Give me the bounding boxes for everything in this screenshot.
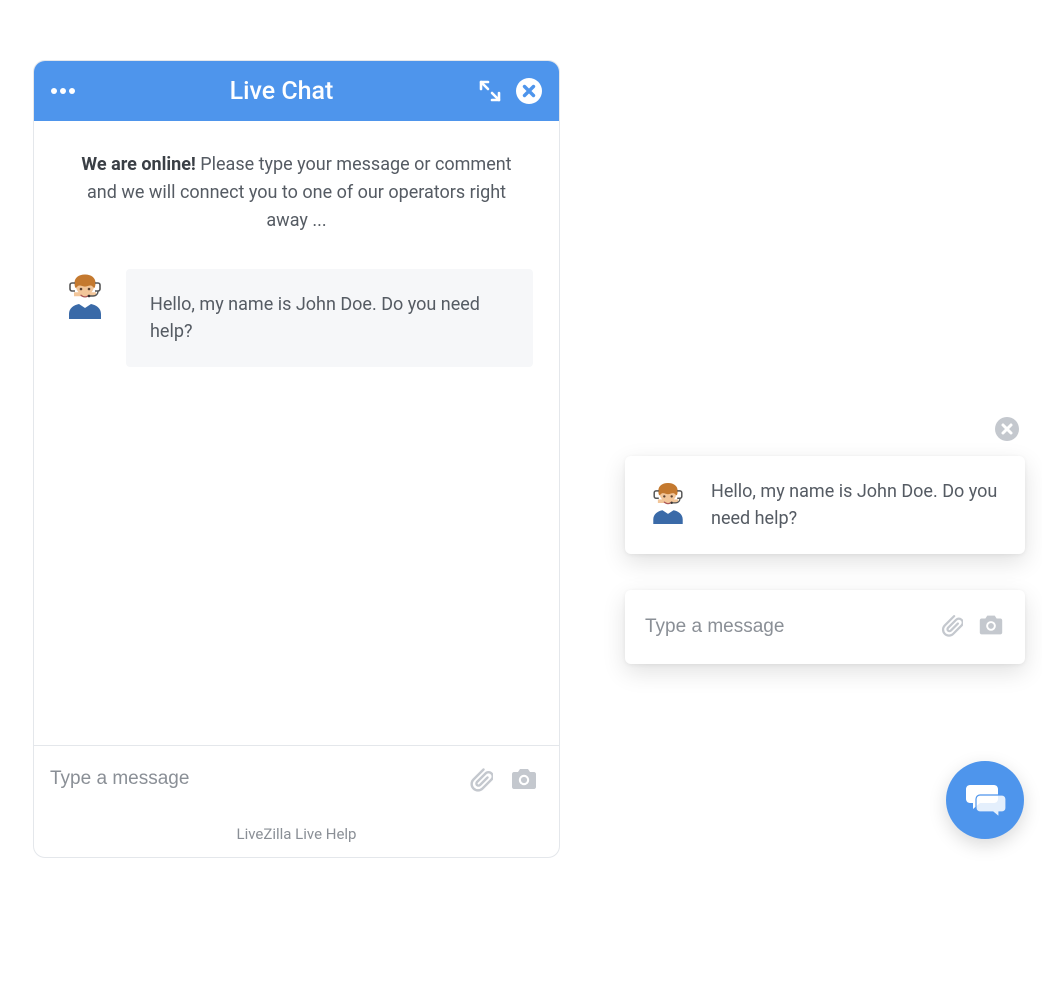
mini-message-text: Hello, my name is John Doe. Do you need … bbox=[711, 478, 1003, 532]
close-circle-icon bbox=[994, 416, 1020, 442]
intro-text: We are online! Please type your message … bbox=[34, 121, 559, 235]
mini-input-card bbox=[625, 590, 1025, 664]
chat-input-bar bbox=[34, 745, 559, 811]
operator-message-bubble: Hello, my name is John Doe. Do you need … bbox=[126, 269, 533, 367]
chat-fab[interactable] bbox=[946, 761, 1024, 839]
intro-bold: We are online! bbox=[81, 154, 195, 175]
operator-message-row: Hello, my name is John Doe. Do you need … bbox=[34, 235, 559, 367]
mini-close-button[interactable] bbox=[994, 416, 1020, 442]
close-button[interactable] bbox=[515, 77, 543, 105]
close-circle-icon bbox=[515, 77, 543, 105]
menu-button[interactable] bbox=[50, 87, 84, 95]
mini-message-card[interactable]: Hello, my name is John Doe. Do you need … bbox=[625, 456, 1025, 554]
mini-attach-button[interactable] bbox=[935, 611, 963, 643]
chat-title: Live Chat bbox=[84, 77, 479, 106]
chat-window: Live Chat We are online! Please type you… bbox=[33, 60, 560, 858]
chat-bubbles-icon bbox=[964, 781, 1006, 819]
chat-header: Live Chat bbox=[34, 61, 559, 121]
mini-chat-input[interactable] bbox=[643, 615, 935, 639]
camera-icon bbox=[507, 764, 541, 794]
expand-icon bbox=[479, 80, 501, 102]
brand-footer: LiveZilla Live Help bbox=[34, 811, 559, 857]
mini-operator-avatar bbox=[645, 478, 691, 524]
operator-avatar bbox=[60, 269, 110, 319]
paperclip-icon bbox=[935, 611, 963, 639]
mini-camera-button[interactable] bbox=[975, 611, 1007, 643]
chat-input[interactable] bbox=[48, 767, 463, 791]
camera-icon bbox=[975, 611, 1007, 639]
ellipsis-icon bbox=[50, 87, 78, 95]
paperclip-icon bbox=[463, 764, 493, 794]
camera-button[interactable] bbox=[507, 764, 541, 794]
attach-button[interactable] bbox=[463, 764, 493, 794]
expand-button[interactable] bbox=[479, 80, 501, 102]
